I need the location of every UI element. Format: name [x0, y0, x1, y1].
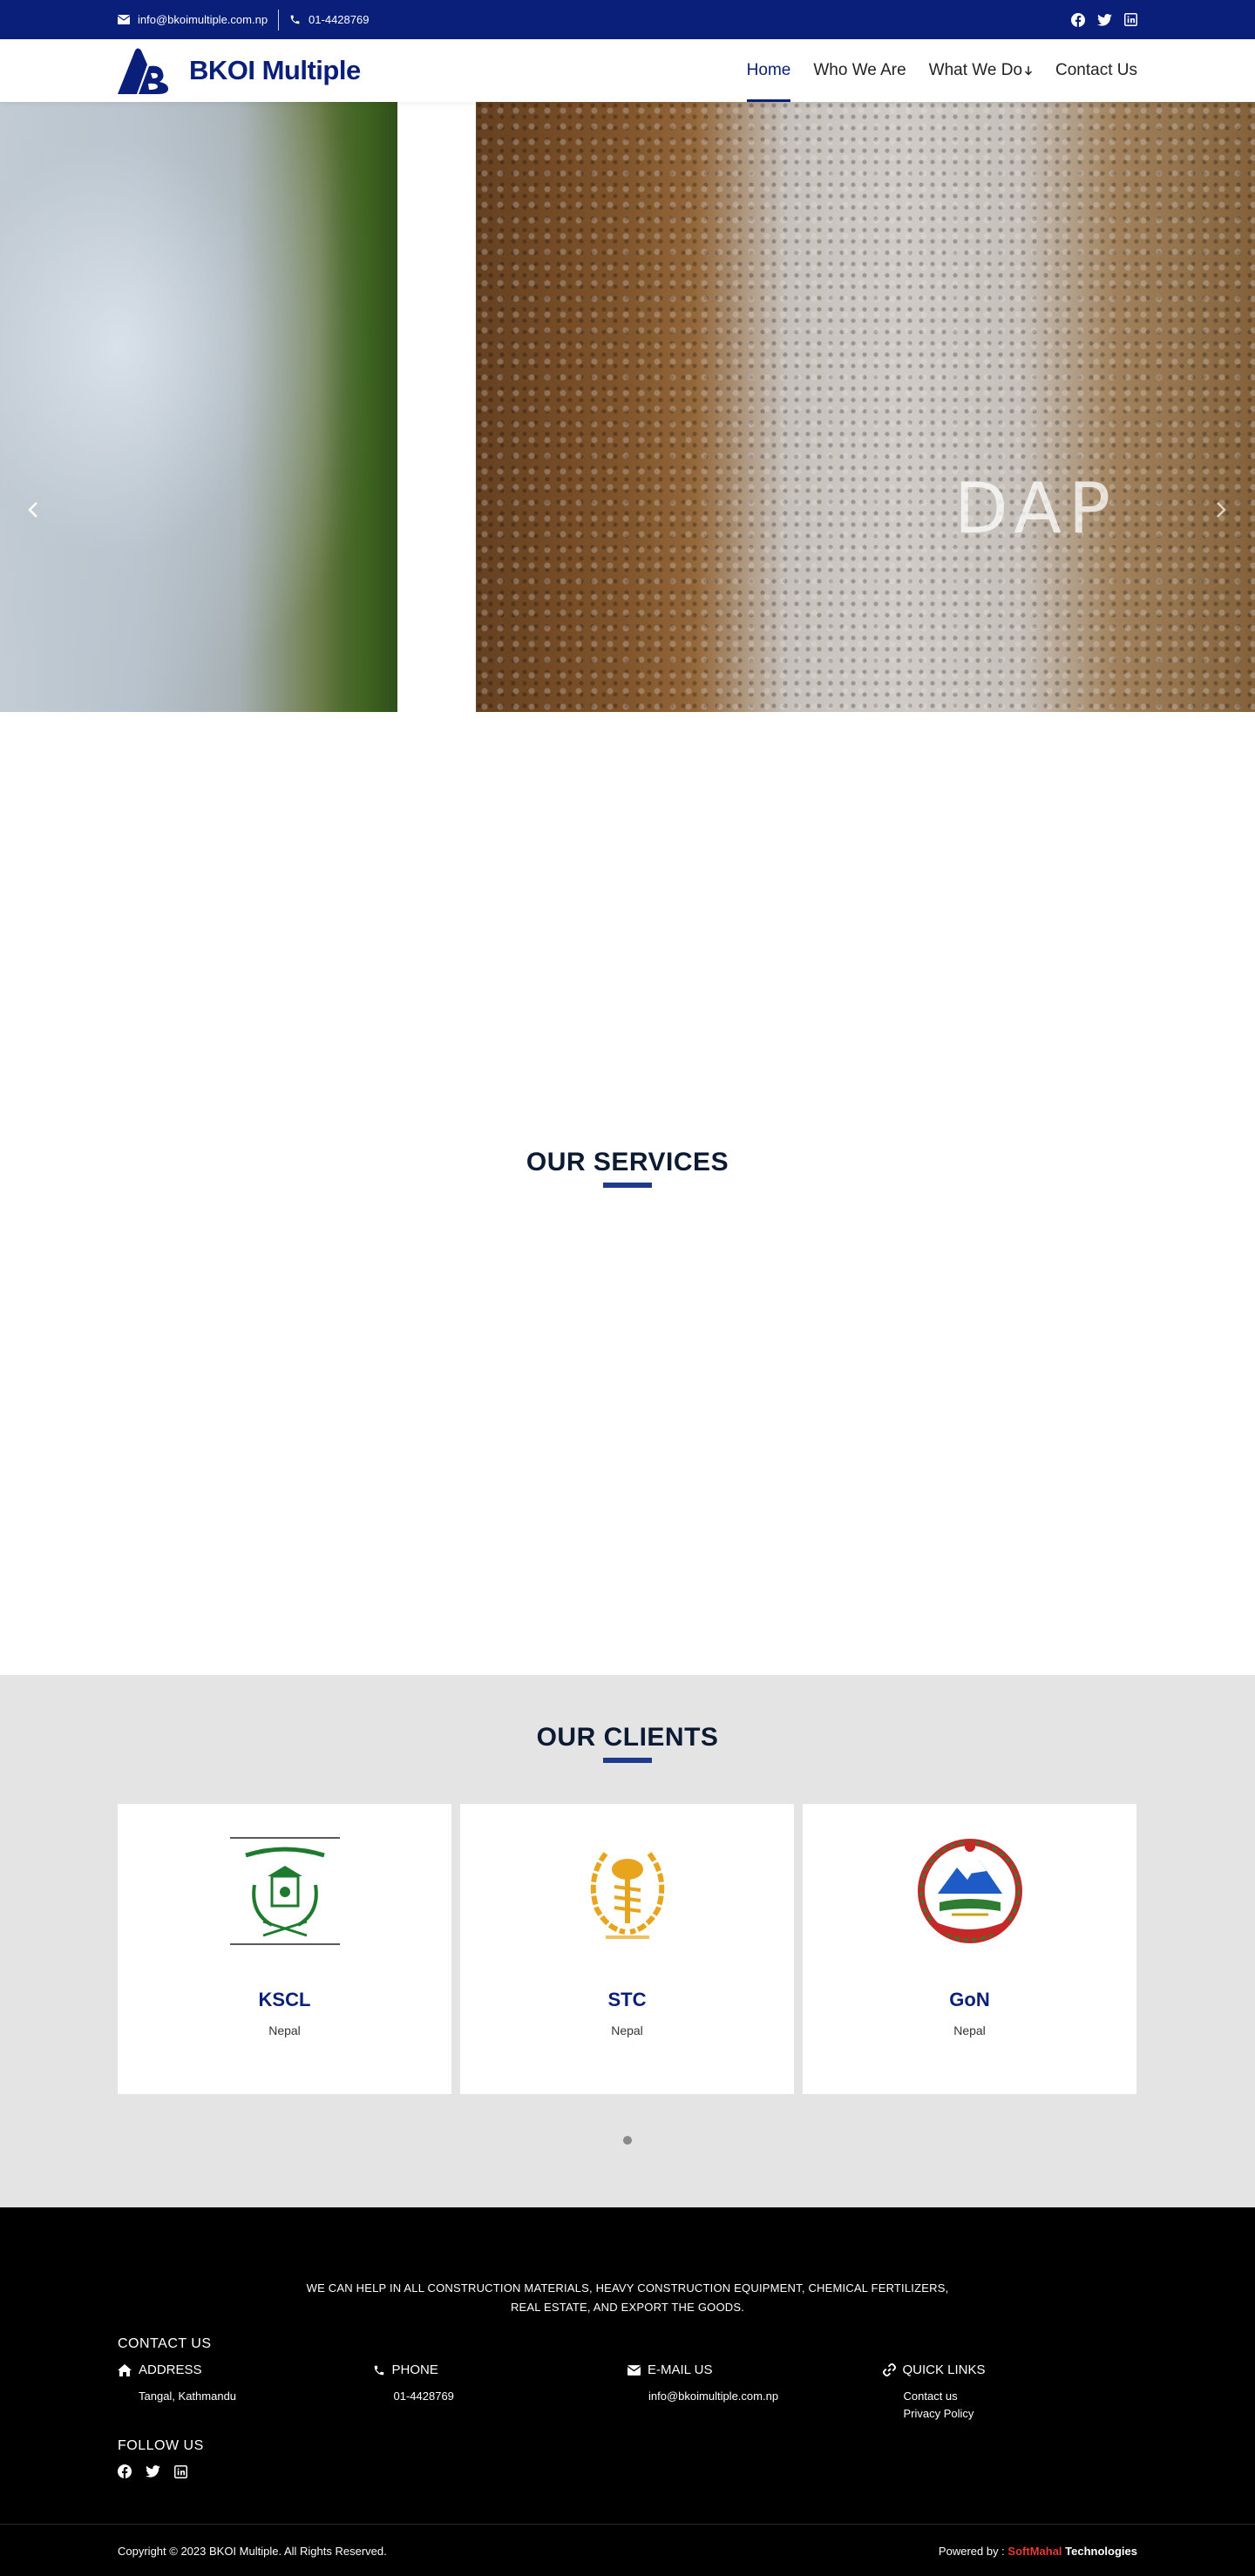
- brand-name: BKOI Multiple: [189, 55, 361, 85]
- stc-logo: [571, 1804, 684, 1978]
- carousel-dot[interactable]: [623, 2136, 632, 2145]
- slide-counter-prev[interactable]: 01: [512, 711, 539, 712]
- nav-who-we-are[interactable]: Who We Are: [813, 39, 906, 102]
- footer-bottom-bar: Copyright © 2023 BKOI Multiple. All Righ…: [0, 2524, 1255, 2576]
- client-carousel: KSCL Nepal STC Nepal GoN Nepal: [118, 1804, 1137, 2094]
- clients-section: OUR CLIENTS KSCL Nepal STC Nepal GoN Nep…: [0, 1675, 1255, 2207]
- nav-what-we-do[interactable]: What We Do: [929, 39, 1033, 102]
- top-contact: info@bkoimultiple.com.np 01-4428769: [118, 9, 369, 31]
- top-email-text: info@bkoimultiple.com.np: [138, 13, 268, 26]
- top-email[interactable]: info@bkoimultiple.com.np: [118, 13, 268, 26]
- footer-columns: ADDRESS Tangal, Kathmandu PHONE 01-44287…: [118, 2362, 1137, 2423]
- nav-contact-us[interactable]: Contact Us: [1055, 39, 1137, 102]
- main-nav: Home Who We Are What We Do Contact Us: [746, 39, 1137, 102]
- twitter-icon[interactable]: [146, 2465, 160, 2478]
- client-name: KSCL: [258, 1989, 311, 2010]
- quick-links-label: QUICK LINKS: [902, 2362, 986, 2377]
- site-header: BKOI Multiple Home Who We Are What We Do…: [0, 39, 1255, 102]
- current-slide-image: [476, 102, 1255, 712]
- facebook-icon[interactable]: [118, 2464, 132, 2478]
- footer-social: [118, 2464, 1137, 2478]
- email-label: E-MAIL US: [648, 2362, 713, 2377]
- chevron-right-icon[interactable]: [1215, 497, 1227, 525]
- linkedin-icon[interactable]: [1124, 13, 1137, 26]
- twitter-icon[interactable]: [1097, 13, 1112, 26]
- site-footer: WE CAN HELP IN ALL CONSTRUCTION MATERIAL…: [0, 2207, 1255, 2576]
- powered-by: Powered by : SoftMahal Technologies: [939, 2545, 1137, 2558]
- footer-address: ADDRESS Tangal, Kathmandu: [118, 2362, 373, 2423]
- linkedin-icon[interactable]: [174, 2464, 187, 2478]
- top-social: [1071, 12, 1137, 27]
- slide-caption: DAP: [954, 468, 1118, 549]
- follow-heading: FOLLOW US: [118, 2438, 204, 2453]
- footer-phone: PHONE 01-4428769: [373, 2362, 628, 2423]
- footer-link-privacy[interactable]: Privacy Policy: [904, 2405, 1138, 2423]
- quick-links-list: Contact us Privacy Policy: [883, 2388, 1138, 2423]
- contact-heading: CONTACT US: [118, 2336, 212, 2351]
- footer-link-contact[interactable]: Contact us: [904, 2388, 1138, 2405]
- carousel-dots: [118, 2136, 1137, 2145]
- client-country: Nepal: [953, 2024, 986, 2037]
- softmahal-link[interactable]: SoftMahal: [1007, 2545, 1062, 2558]
- envelope-icon: [628, 2364, 641, 2376]
- address-value: Tangal, Kathmandu: [139, 2390, 237, 2403]
- slide-counter-current[interactable]: 02: [573, 710, 601, 712]
- services-section: OUR SERVICES: [0, 790, 1255, 1675]
- copyright-text: Copyright © 2023 BKOI Multiple. All Righ…: [118, 2544, 387, 2558]
- client-card[interactable]: GoN Nepal: [803, 1804, 1136, 2094]
- client-name: STC: [607, 1989, 647, 2010]
- hero-slider: DAP 01 02: [0, 102, 1255, 712]
- client-card[interactable]: KSCL Nepal: [118, 1804, 451, 2094]
- phone-value[interactable]: 01-4428769: [373, 2388, 628, 2405]
- top-phone[interactable]: 01-4428769: [289, 13, 369, 26]
- phone-label: PHONE: [391, 2362, 438, 2377]
- divider: [278, 9, 280, 31]
- previous-slide-image: [0, 102, 397, 712]
- nav-what-we-do-label: What We Do: [928, 61, 1023, 79]
- client-card[interactable]: STC Nepal: [460, 1804, 794, 2094]
- company-logo: [118, 47, 175, 94]
- link-icon: [882, 2363, 896, 2376]
- arrow-down-icon: [1024, 65, 1033, 76]
- facebook-icon[interactable]: [1071, 12, 1085, 27]
- gon-emblem: [913, 1804, 1027, 1978]
- email-value[interactable]: info@bkoimultiple.com.np: [628, 2388, 883, 2405]
- footer-blurb: WE CAN HELP IN ALL CONSTRUCTION MATERIAL…: [306, 2281, 949, 2314]
- slide-counter: 01 02: [512, 710, 662, 712]
- address-label: ADDRESS: [139, 2362, 202, 2377]
- technologies-text: Technologies: [1065, 2544, 1137, 2558]
- powered-prefix: Powered by :: [938, 2544, 1005, 2558]
- title-underline: [603, 1758, 652, 1763]
- top-phone-text: 01-4428769: [309, 13, 370, 26]
- client-name: GoN: [949, 1989, 990, 2010]
- client-country: Nepal: [611, 2024, 643, 2037]
- brand[interactable]: BKOI Multiple: [118, 47, 361, 94]
- phone-icon: [289, 14, 301, 25]
- chevron-left-icon[interactable]: [27, 497, 39, 525]
- title-underline: [603, 1183, 652, 1188]
- nav-home[interactable]: Home: [746, 39, 790, 102]
- clients-title: OUR CLIENTS: [536, 1723, 719, 1752]
- footer-quick-links: QUICK LINKS Contact us Privacy Policy: [882, 2362, 1138, 2423]
- envelope-icon: [118, 15, 130, 24]
- home-icon: [118, 2363, 132, 2376]
- phone-icon: [373, 2364, 385, 2376]
- top-bar: info@bkoimultiple.com.np 01-4428769: [0, 0, 1255, 39]
- client-country: Nepal: [268, 2024, 301, 2037]
- footer-email: E-MAIL US info@bkoimultiple.com.np: [628, 2362, 883, 2423]
- kscl-logo: [228, 1804, 342, 1978]
- services-title: OUR SERVICES: [526, 1148, 729, 1176]
